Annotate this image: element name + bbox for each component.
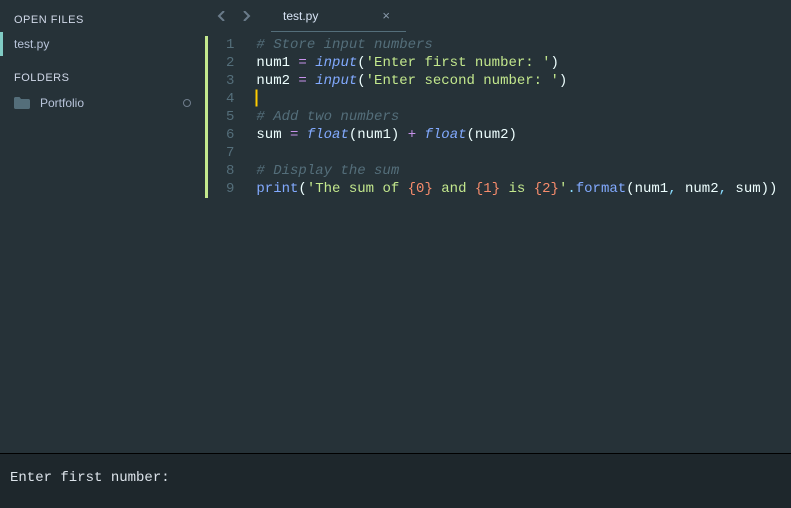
line-number-gutter: 123456789 [208, 32, 248, 453]
tab-label: test.py [283, 9, 318, 23]
tab-bar: test.py × [205, 0, 791, 32]
folder-label: Portfolio [40, 96, 84, 110]
folder-item[interactable]: Portfolio [0, 90, 205, 116]
folders-heading: FOLDERS [0, 68, 205, 90]
code-line[interactable]: sum = float(num1) + float(num2) [256, 126, 777, 144]
code-area[interactable]: # Store input numbersnum1 = input('Enter… [248, 32, 777, 453]
console-output[interactable]: Enter first number: [0, 453, 791, 508]
code-editor[interactable]: 123456789 # Store input numbersnum1 = in… [205, 32, 791, 453]
open-file-item[interactable]: test.py [0, 32, 205, 56]
line-number: 1 [226, 36, 234, 54]
line-number: 3 [226, 72, 234, 90]
editor-panel: test.py × 123456789 # Store input number… [205, 0, 791, 453]
line-number: 9 [226, 180, 234, 198]
folder-status-icon [183, 99, 191, 107]
code-line[interactable] [256, 144, 777, 162]
line-number: 8 [226, 162, 234, 180]
console-line: Enter first number: [10, 470, 170, 486]
folder-icon [14, 97, 30, 109]
tab-testpy[interactable]: test.py × [271, 0, 406, 32]
sidebar: OPEN FILES test.py FOLDERS Portfolio [0, 0, 205, 453]
open-file-label: test.py [14, 37, 49, 51]
code-line[interactable]: num2 = input('Enter second number: ') [256, 72, 777, 90]
line-number: 5 [226, 108, 234, 126]
line-number: 2 [226, 54, 234, 72]
nav-back-icon[interactable] [213, 7, 231, 25]
line-number: 6 [226, 126, 234, 144]
line-number: 4 [226, 90, 234, 108]
code-line[interactable]: # Add two numbers [256, 108, 777, 126]
close-icon[interactable]: × [378, 8, 394, 23]
nav-forward-icon[interactable] [237, 7, 255, 25]
line-number: 7 [226, 144, 234, 162]
code-line[interactable] [256, 90, 777, 108]
code-line[interactable]: # Store input numbers [256, 36, 777, 54]
app-root: OPEN FILES test.py FOLDERS Portfolio [0, 0, 791, 508]
open-files-heading: OPEN FILES [0, 10, 205, 32]
code-line[interactable]: # Display the sum [256, 162, 777, 180]
code-line[interactable]: num1 = input('Enter first number: ') [256, 54, 777, 72]
main-area: OPEN FILES test.py FOLDERS Portfolio [0, 0, 791, 453]
code-line[interactable]: print('The sum of {0} and {1} is {2}'.fo… [256, 180, 777, 198]
text-cursor [256, 90, 257, 106]
